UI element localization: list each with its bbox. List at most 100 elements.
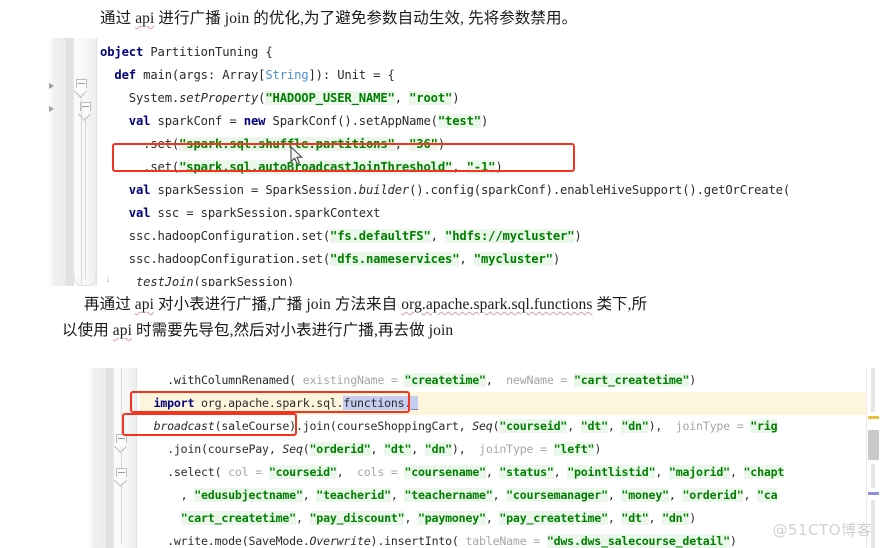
code-token: "dt" [384,442,412,456]
code-token: , [492,488,507,502]
fold-marker-select[interactable] [114,434,127,453]
code-line[interactable]: def main(args: Array[String]): Unit = { [100,64,788,87]
paragraph-intro: 通过 api 进行广播 join 的优化,为了避免参数自动生效, 先将参数禁用。 [100,6,577,32]
code-line[interactable]: import org.apache.spark.sql.functions._ [140,392,867,415]
code-token: "36" [409,137,438,151]
code-line[interactable]: .set("spark.sql.shuffle.partitions", "36… [100,133,788,156]
code-token: "teachername" [404,488,493,502]
code-token: .select( [140,465,222,479]
code-token: (saleCourse).join(courseShoppingCart, [214,419,473,433]
code-token: , [607,511,622,525]
code-line[interactable]: val sparkConf = new SparkConf().setAppNa… [100,110,788,133]
code-token: "pay_createtime" [499,511,608,525]
code-token: "-1" [466,160,496,174]
code-token: builder [358,183,410,197]
code-token: newName = [499,373,574,387]
code-line[interactable]: .select( col = "courseid", cols = "cours… [140,461,867,484]
fold-marker-object[interactable] [74,79,87,98]
chevron-right-icon-2[interactable] [49,106,54,112]
code-token: joinType = [668,419,751,433]
code-line[interactable]: testJoin(sparkSession) [100,271,788,286]
code-token: ) [689,511,697,525]
code-token: , [485,373,500,387]
watermark-label: @51CTO博客 [772,521,872,539]
code-token: , [411,442,425,456]
code-line[interactable]: , "edusubjectname", "teacherid", "teache… [140,484,867,507]
code-token: "dn" [424,442,452,456]
code-line[interactable]: ssc.hadoopConfiguration.set("fs.defaultF… [100,225,788,248]
fold-marker-select-args[interactable] [114,468,127,487]
editor-bottom-gutter[interactable] [114,368,136,548]
code-token: "left" [553,442,595,456]
code-token: def [114,68,136,82]
code-token: , [668,488,683,502]
editor-bottom-code-area[interactable]: .withColumnRenamed( existingName = "crea… [140,368,867,548]
code-token: ssc.hadoopConfiguration.set( [100,229,330,243]
code-token: col = [221,465,269,479]
code-token: "money" [621,488,669,502]
code-token: ) [689,373,697,387]
code-line[interactable]: .write.mode(SaveMode.Overwrite).insertIn… [140,530,867,548]
code-line[interactable]: System.setProperty("HADOOP_USER_NAME", "… [100,87,788,110]
code-token: broadcast [153,419,215,433]
code-editor-top[interactable]: object PartitionTuning { def main(args: … [48,38,788,286]
code-token: String [265,68,309,82]
paragraph-broadcast-l1-c: 类下,所 [592,296,648,313]
code-line[interactable]: .join(coursePay, Seq("orderid", "dt", "d… [140,438,867,461]
editor-top-code-area[interactable]: object PartitionTuning { def main(args: … [100,38,788,286]
code-token: , [459,252,474,266]
code-token: "dt" [580,419,608,433]
scrollbar-info-marker[interactable] [868,492,879,495]
code-line[interactable]: .withColumnRenamed( existingName = "crea… [140,369,867,392]
scrollbar-thumb[interactable] [868,430,879,460]
code-token: , [655,465,669,479]
code-token: .write.mode(SaveMode. [140,534,310,548]
code-token: "spark.sql.shuffle.partitions" [179,137,395,151]
code-line[interactable]: ssc.hadoopConfiguration.set("dfs.nameser… [100,248,788,271]
code-token: ) [594,442,602,456]
code-token: ) [480,114,489,128]
paragraph-broadcast-l1-api: api [134,296,155,313]
paragraph-broadcast-l1-b: 对小表进行广播,广播 join 方法来自 [154,296,402,313]
code-line[interactable]: broadcast(saleCourse).join(courseShoppin… [140,415,867,438]
code-editor-bottom[interactable]: .withColumnRenamed( existingName = "crea… [88,368,880,548]
scrollbar-track-lower [871,464,875,488]
code-token: ), [451,442,473,456]
code-token: Overwrite [309,534,371,548]
code-line[interactable]: val sparkSession = SparkSession.builder(… [100,179,788,202]
code-token: System. [100,91,180,105]
code-token: val [128,183,151,197]
code-line[interactable]: object PartitionTuning { [100,41,788,64]
editor-bottom-gutter-rule [136,368,137,548]
code-token: cols = [350,465,405,479]
code-token: (sparkSession) [193,275,295,286]
paragraph-intro-api-term: api [135,10,155,27]
code-token: , [302,488,317,502]
code-token: , [430,229,445,243]
code-token: , [485,465,500,479]
editor-bottom-strip-shadow [106,368,114,548]
code-token: "HADOOP_USER_NAME" [265,91,395,105]
code-token: , [394,137,410,151]
code-token: , [295,511,310,525]
code-token: , [370,442,385,456]
code-token: "majorid" [668,465,730,479]
code-token: ssc = sparkSession.sparkContext [150,206,381,220]
code-line[interactable]: .set("spark.sql.autoBroadcastJoinThresho… [100,156,788,179]
code-token: "courseid" [499,419,568,433]
code-line[interactable]: val ssc = sparkSession.sparkContext [100,202,788,225]
code-line[interactable]: "cart_createtime", "pay_discount", "paym… [140,507,867,530]
code-token: , [607,419,622,433]
chevron-right-icon-1[interactable] [49,83,54,89]
code-token: PartitionTuning { [143,45,273,59]
code-token: "dn" [621,419,649,433]
code-token: , [567,419,581,433]
scrollbar-warning-marker[interactable] [868,416,879,419]
code-token: , [394,91,410,105]
code-token: setProperty [179,91,259,105]
code-token: "status" [499,465,554,479]
code-token: , [452,160,467,174]
